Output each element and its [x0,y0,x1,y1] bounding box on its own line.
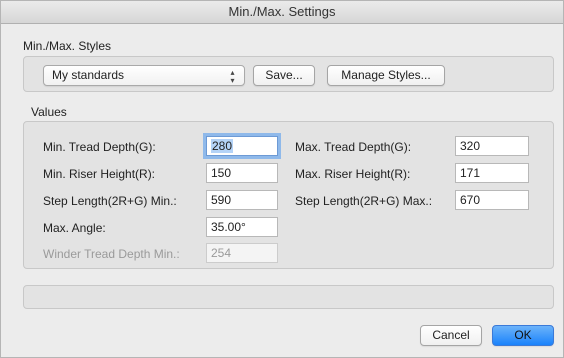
step-length-max-label: Step Length(2R+G) Max.: [295,194,433,208]
max-tread-depth-label: Max. Tread Depth(G): [295,140,412,154]
styles-group: My standards ▴▾ Save... Manage Styles... [23,56,554,92]
step-length-min-field[interactable]: 590 [206,190,278,210]
save-style-button[interactable]: Save... [253,65,315,86]
step-length-max-field[interactable]: 670 [455,190,529,210]
ok-button[interactable]: OK [492,325,554,346]
max-angle-field[interactable]: 35.00° [206,217,278,237]
step-length-min-label: Step Length(2R+G) Min.: [43,194,177,208]
settings-dialog: Min./Max. Settings Min./Max. Styles My s… [0,0,564,358]
status-box [23,285,554,309]
max-riser-height-label: Max. Riser Height(R): [295,167,411,181]
dialog-title: Min./Max. Settings [1,1,563,24]
values-section-label: Values [31,105,67,119]
min-riser-height-field[interactable]: 150 [206,163,278,183]
style-select-value: My standards [52,68,125,82]
styles-section-label: Min./Max. Styles [23,39,112,53]
winder-tread-depth-min-field: 254 [206,243,278,263]
min-tread-depth-field[interactable]: 280 [206,136,278,156]
min-tread-depth-label: Min. Tread Depth(G): [43,140,156,154]
max-riser-height-field[interactable]: 171 [455,163,529,183]
max-angle-label: Max. Angle: [43,221,106,235]
max-tread-depth-field[interactable]: 320 [455,136,529,156]
cancel-button[interactable]: Cancel [420,325,482,346]
style-select[interactable]: My standards ▴▾ [43,65,245,86]
manage-styles-button[interactable]: Manage Styles... [327,65,445,86]
winder-tread-depth-min-label: Winder Tread Depth Min.: [43,247,180,261]
min-riser-height-label: Min. Riser Height(R): [43,167,156,181]
up-down-arrows-icon: ▴▾ [228,68,237,84]
